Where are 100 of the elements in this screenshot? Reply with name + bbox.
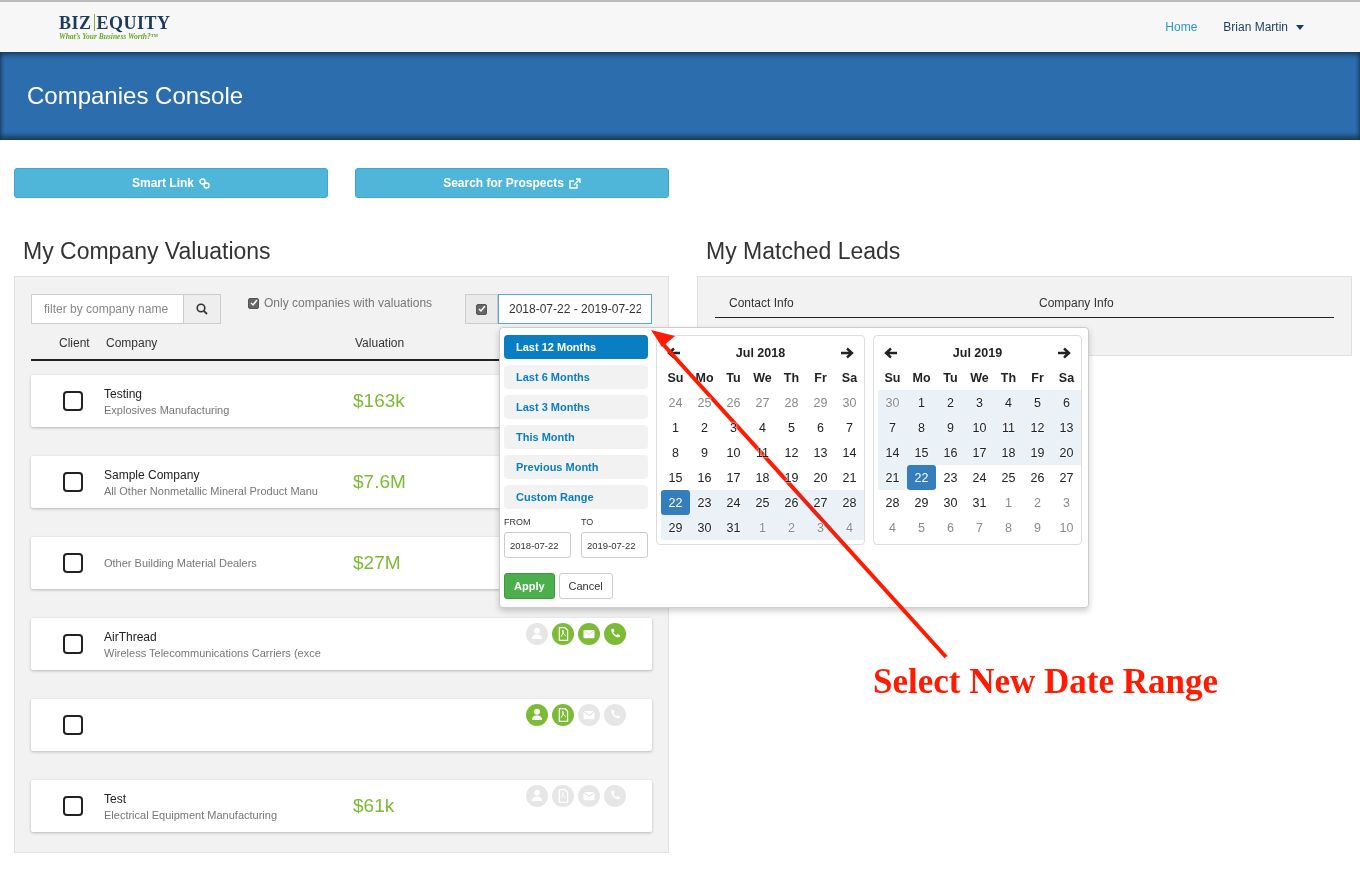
calendar-day[interactable]: 7 — [835, 415, 864, 440]
calendar-day[interactable]: 13 — [806, 440, 835, 465]
calendar-day[interactable]: 28 — [777, 390, 806, 415]
calendar-day[interactable]: 24 — [661, 390, 690, 415]
client-checkbox[interactable] — [63, 634, 83, 654]
calendar-day[interactable]: 30 — [936, 490, 965, 515]
client-checkbox[interactable] — [63, 472, 83, 492]
calendar-day[interactable]: 4 — [994, 390, 1023, 415]
calendar-day[interactable]: 25 — [994, 465, 1023, 490]
arrow-left-icon[interactable] — [884, 346, 898, 359]
calendar-day[interactable]: 6 — [1052, 390, 1081, 415]
calendar-day[interactable]: 26 — [1023, 465, 1052, 490]
calendar-day[interactable]: 10 — [719, 440, 748, 465]
calendar-day[interactable]: 3 — [1052, 490, 1081, 515]
calendar-day[interactable]: 27 — [748, 390, 777, 415]
calendar-day[interactable]: 16 — [690, 465, 719, 490]
calendar-day[interactable]: 29 — [661, 515, 690, 540]
calendar-day[interactable]: 12 — [777, 440, 806, 465]
calendar-day[interactable]: 14 — [878, 440, 907, 465]
client-checkbox[interactable] — [63, 553, 83, 573]
user-menu[interactable]: Brian Martin — [1223, 20, 1304, 34]
calendar-day[interactable]: 29 — [806, 390, 835, 415]
calendar-day[interactable]: 9 — [936, 415, 965, 440]
calendar-day[interactable]: 30 — [690, 515, 719, 540]
calendar-day[interactable]: 25 — [748, 490, 777, 515]
calendar-day[interactable]: 8 — [907, 415, 936, 440]
calendar-day[interactable]: 1 — [907, 390, 936, 415]
calendar-day[interactable]: 28 — [835, 490, 864, 515]
calendar-day[interactable]: 26 — [777, 490, 806, 515]
calendar-day[interactable]: 31 — [965, 490, 994, 515]
calendar-day[interactable]: 8 — [661, 440, 690, 465]
calendar-day[interactable]: 1 — [661, 415, 690, 440]
calendar-day[interactable]: 28 — [878, 490, 907, 515]
search-button[interactable] — [184, 294, 221, 324]
calendar-day[interactable]: 23 — [690, 490, 719, 515]
calendar-day[interactable]: 25 — [690, 390, 719, 415]
calendar-day[interactable]: 5 — [907, 515, 936, 540]
calendar-day[interactable]: 7 — [878, 415, 907, 440]
calendar-day[interactable]: 6 — [936, 515, 965, 540]
client-checkbox[interactable] — [63, 715, 83, 735]
calendar-day[interactable]: 3 — [719, 415, 748, 440]
cancel-button[interactable]: Cancel — [558, 573, 613, 599]
calendar-day[interactable]: 11 — [994, 415, 1023, 440]
range-option[interactable]: Previous Month — [504, 455, 648, 479]
calendar-day[interactable]: 31 — [719, 515, 748, 540]
client-checkbox[interactable] — [63, 796, 83, 816]
calendar-day[interactable]: 5 — [1023, 390, 1052, 415]
calendar-day[interactable]: 22 — [661, 490, 690, 515]
checkbox[interactable] — [476, 303, 487, 315]
search-field[interactable]: filter by company name — [31, 294, 184, 324]
calendar-day[interactable]: 9 — [1023, 515, 1052, 540]
calendar-day[interactable]: 2 — [936, 390, 965, 415]
calendar-day[interactable]: 20 — [1052, 440, 1081, 465]
calendar-day[interactable]: 20 — [806, 465, 835, 490]
checkbox[interactable] — [248, 297, 259, 309]
calendar-day[interactable]: 18 — [748, 465, 777, 490]
date-field[interactable]: 2019-07-22 — [581, 532, 648, 558]
calendar-day[interactable]: 29 — [907, 490, 936, 515]
arrow-left-icon[interactable] — [667, 346, 681, 359]
calendar-day[interactable]: 26 — [719, 390, 748, 415]
date-range-field[interactable]: 2018-07-22 - 2019-07-22 — [498, 294, 652, 324]
calendar-day[interactable]: 3 — [965, 390, 994, 415]
range-option[interactable]: Last 3 Months — [504, 395, 648, 419]
arrow-right-icon[interactable] — [1057, 346, 1071, 359]
calendar-day[interactable]: 30 — [835, 390, 864, 415]
calendar-day[interactable]: 15 — [661, 465, 690, 490]
client-checkbox[interactable] — [63, 391, 83, 411]
calendar-day[interactable]: 9 — [690, 440, 719, 465]
calendar-day[interactable]: 2 — [690, 415, 719, 440]
calendar-day[interactable]: 24 — [719, 490, 748, 515]
calendar-day[interactable]: 10 — [965, 415, 994, 440]
calendar-day[interactable]: 27 — [1052, 465, 1081, 490]
calendar-day[interactable]: 15 — [907, 440, 936, 465]
calendar-day[interactable]: 19 — [777, 465, 806, 490]
calendar-day[interactable]: 19 — [1023, 440, 1052, 465]
calendar-day[interactable]: 23 — [936, 465, 965, 490]
calendar-day[interactable]: 8 — [994, 515, 1023, 540]
calendar-day[interactable]: 13 — [1052, 415, 1081, 440]
arrow-right-icon[interactable] — [840, 346, 854, 359]
calendar-day[interactable]: 12 — [1023, 415, 1052, 440]
calendar-day[interactable]: 21 — [878, 465, 907, 490]
range-option[interactable]: Last 6 Months — [504, 365, 648, 389]
calendar-day[interactable]: 27 — [806, 490, 835, 515]
calendar-day[interactable]: 22 — [907, 465, 936, 490]
calendar-day[interactable]: 24 — [965, 465, 994, 490]
calendar-day[interactable]: 17 — [719, 465, 748, 490]
calendar-day[interactable]: 17 — [965, 440, 994, 465]
calendar-day[interactable]: 6 — [806, 415, 835, 440]
calendar-day[interactable]: 14 — [835, 440, 864, 465]
calendar-day[interactable]: 2 — [1023, 490, 1052, 515]
calendar-day[interactable]: 4 — [748, 415, 777, 440]
date-field[interactable]: 2018-07-22 — [504, 532, 571, 558]
calendar-day[interactable]: 5 — [777, 415, 806, 440]
calendar-day[interactable]: 10 — [1052, 515, 1081, 540]
range-option[interactable]: Last 12 Months — [504, 335, 648, 359]
range-option[interactable]: This Month — [504, 425, 648, 449]
calendar-day[interactable]: 16 — [936, 440, 965, 465]
calendar-day[interactable]: 1 — [994, 490, 1023, 515]
calendar-day[interactable]: 18 — [994, 440, 1023, 465]
range-option[interactable]: Custom Range — [504, 485, 648, 509]
